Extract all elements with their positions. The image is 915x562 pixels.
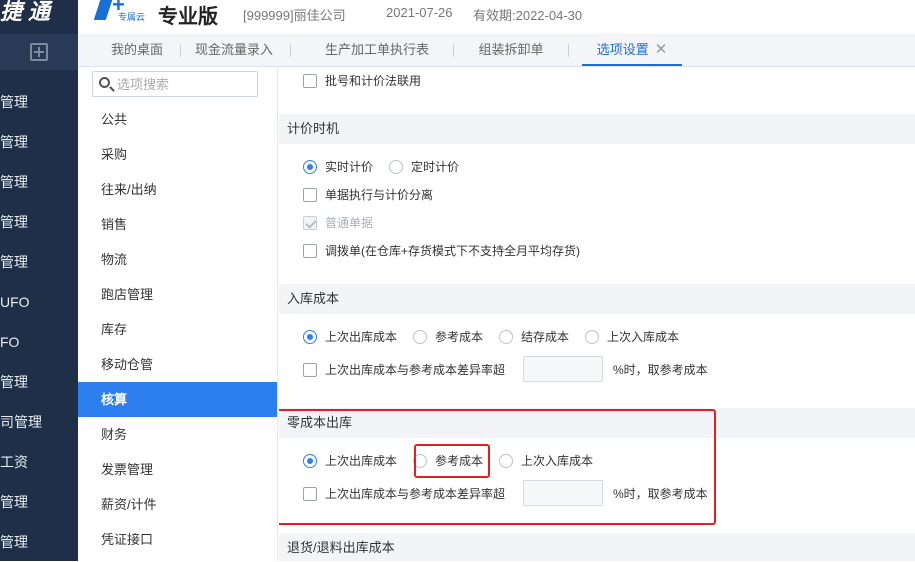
sidebar-item[interactable]: 管理 (0, 162, 78, 202)
radio-label: 参考成本 (435, 330, 484, 344)
scheduled-pricing-radio[interactable] (389, 160, 403, 174)
brand-area: 捷通 (0, 0, 78, 34)
sidebar-item[interactable]: 管理 (0, 482, 78, 522)
radio-label: 实时计价 (325, 160, 374, 174)
inbound-last-inbound-radio[interactable] (585, 330, 599, 344)
search-input[interactable] (117, 74, 255, 94)
inbound-balance-radio[interactable] (499, 330, 513, 344)
sidebar-toolbar (0, 34, 78, 70)
suffix-label: %时，取参考成本 (613, 363, 708, 377)
inbound-diff-checkbox[interactable] (303, 363, 317, 377)
section-title-inbound-cost: 入库成本 (279, 284, 915, 314)
separate-execution-checkbox[interactable] (303, 188, 317, 202)
tab-cashflow-entry[interactable]: 现金流量录入 (188, 34, 280, 66)
menu-item-voucher-interface[interactable]: 凭证接口 (78, 522, 277, 557)
transfer-order-checkbox[interactable] (303, 244, 317, 258)
tab-production-order[interactable]: 生产加工单执行表 (316, 34, 438, 66)
app-header: 捷通 + 专属云 专业版 [999999]丽佳公司 2021-07-26 有效期… (0, 0, 915, 34)
brand-name: 捷通 (0, 0, 57, 24)
checkbox-label: 普通单据 (325, 216, 374, 230)
menu-item-finance[interactable]: 财务 (78, 417, 277, 452)
sidebar-item[interactable]: 工资 (0, 442, 78, 482)
tab-divider (290, 44, 291, 57)
realtime-pricing-radio[interactable] (303, 160, 317, 174)
sidebar-item[interactable]: 司管理 (0, 402, 78, 442)
login-date: 2021-07-26 (386, 5, 453, 20)
radio-label: 上次入库成本 (607, 330, 680, 344)
sidebar-item[interactable]: 管理 (0, 362, 78, 402)
tab-divider (180, 44, 181, 57)
sidebar-item[interactable]: 管理 (0, 202, 78, 242)
search-icon (99, 77, 110, 88)
radio-label: 上次出库成本 (325, 330, 398, 344)
tab-my-desktop[interactable]: 我的桌面 (100, 34, 174, 66)
batch-pricing-checkbox[interactable] (303, 74, 317, 88)
menu-item-public[interactable]: 公共 (78, 102, 277, 137)
normal-document-checkbox (303, 216, 317, 230)
options-category-menu: 公共 采购 往来/出纳 销售 物流 跑店管理 库存 移动仓管 核算 财务 发票管… (78, 67, 278, 561)
checkbox-label: 批号和计价法联用 (325, 74, 422, 88)
tab-bar: 我的桌面 现金流量录入 生产加工单执行表 组装拆卸单 选项设置 ✕ (78, 34, 915, 67)
company-name: [999999]丽佳公司 (243, 8, 346, 23)
sidebar-item[interactable]: 管理 (0, 122, 78, 162)
tab-label: 选项设置 (596, 42, 649, 57)
menu-item-store-visit[interactable]: 跑店管理 (78, 277, 277, 312)
sidebar-item[interactable]: UFO (0, 282, 78, 322)
radio-label: 结存成本 (521, 330, 570, 344)
checkbox-label: 上次出库成本与参考成本差异率超 (325, 363, 506, 377)
inbound-diff-rate-input[interactable] (523, 356, 603, 382)
menu-item-accounts[interactable]: 往来/出纳 (78, 172, 277, 207)
sidebar-item[interactable]: 管理 (0, 82, 78, 122)
tab-assembly-order[interactable]: 组装拆卸单 (471, 34, 551, 66)
section-title-pricing: 计价时机 (279, 114, 915, 144)
menu-item-logistics[interactable]: 物流 (78, 242, 277, 277)
validity-date: 有效期:2022-04-30 (473, 8, 583, 23)
radio-label: 定时计价 (411, 160, 460, 174)
checkbox-label: 调拨单(在仓库+存货模式下不支持全月平均存货) (325, 244, 581, 258)
add-shortcut-icon[interactable] (30, 43, 48, 61)
search-box (92, 71, 258, 97)
menu-item-inventory[interactable]: 库存 (78, 312, 277, 347)
highlight-box (414, 444, 490, 478)
logo-subtitle: 专属云 (118, 12, 146, 22)
edition-title: 专业版 (158, 6, 218, 28)
menu-item-invoice[interactable]: 发票管理 (78, 452, 277, 487)
inbound-reference-radio[interactable] (413, 330, 427, 344)
menu-item-sales[interactable]: 销售 (78, 207, 277, 242)
highlight-box (279, 409, 716, 525)
sidebar-item[interactable]: FO (0, 322, 78, 362)
menu-item-costing[interactable]: 核算 (78, 382, 277, 417)
options-panel: 批号和计价法联用 计价时机 实时计价 定时计价 单据执行与计价分离 普通单据 调… (279, 67, 915, 561)
menu-item-payroll[interactable]: 薪资/计件 (78, 487, 277, 522)
checkbox-label: 单据执行与计价分离 (325, 188, 434, 202)
menu-item-mobile-warehouse[interactable]: 移动仓管 (78, 347, 277, 382)
tab-divider (453, 44, 454, 57)
tab-options-settings[interactable]: 选项设置 ✕ (582, 34, 682, 66)
menu-item-purchase[interactable]: 采购 (78, 137, 277, 172)
sidebar-item[interactable]: 管理 (0, 522, 78, 562)
module-sidebar: 管理 管理 管理 管理 管理 UFO FO 管理 司管理 工资 管理 管理 (0, 34, 78, 561)
sidebar-item[interactable]: 管理 (0, 242, 78, 282)
section-title-return-cost: 退货/退料出库成本 (279, 533, 915, 561)
inbound-last-outbound-radio[interactable] (303, 330, 317, 344)
tab-divider (568, 44, 569, 57)
close-icon[interactable]: ✕ (655, 41, 668, 58)
